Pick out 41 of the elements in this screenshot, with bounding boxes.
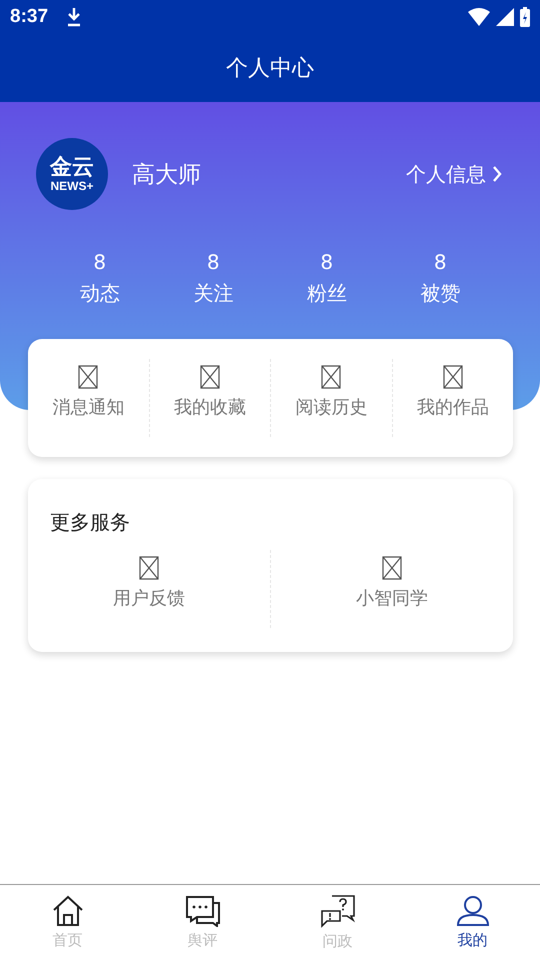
signal-icon <box>496 8 514 26</box>
quick-action[interactable]: 消息通知 <box>28 359 148 437</box>
status-time: 8:37 <box>10 6 48 28</box>
stat-value: 8 <box>206 250 220 274</box>
profile-info-link[interactable]: 个人信息 <box>406 160 502 188</box>
stat-label: 粉丝 <box>306 280 347 307</box>
stat-label: 被赞 <box>420 280 460 307</box>
placeholder-icon <box>321 365 342 389</box>
nav-tab[interactable]: 我的 <box>405 885 540 960</box>
placeholder-icon <box>139 556 159 580</box>
person-icon <box>456 895 490 927</box>
section-title: 更多服务 <box>49 509 131 536</box>
stat-value: 8 <box>434 250 447 274</box>
quick-action[interactable]: 我的收藏 <box>148 359 270 437</box>
stat-value: 8 <box>93 250 106 274</box>
user-name: 高大师 <box>132 160 201 190</box>
stat-item[interactable]: 8 被赞 <box>384 250 497 307</box>
question-bubbles-icon <box>320 894 356 928</box>
stat-item[interactable]: 8 关注 <box>156 250 270 307</box>
service-item[interactable]: 用户反馈 <box>28 550 270 628</box>
chevron-right-icon <box>492 165 502 183</box>
logo-text: 金云 <box>50 155 94 179</box>
placeholder-icon <box>382 556 402 580</box>
placeholder-icon <box>442 365 463 389</box>
battery-icon <box>520 7 530 27</box>
stat-item[interactable]: 8 粉丝 <box>270 250 384 307</box>
chat-bubbles-icon <box>184 895 220 927</box>
download-icon <box>66 7 82 27</box>
wifi-icon <box>468 8 490 26</box>
stat-label: 动态 <box>80 280 120 307</box>
stat-label: 关注 <box>193 280 234 307</box>
logo-subtext: NEWS+ <box>50 179 94 193</box>
stat-item[interactable]: 8 动态 <box>43 250 156 307</box>
home-icon <box>52 895 84 927</box>
quick-action[interactable]: 阅读历史 <box>270 359 392 437</box>
service-item[interactable]: 小智同学 <box>270 550 513 628</box>
placeholder-icon <box>200 365 220 389</box>
placeholder-icon <box>78 365 98 389</box>
stat-value: 8 <box>320 250 334 274</box>
quick-action[interactable]: 我的作品 <box>392 359 513 437</box>
page-title: 个人中心 <box>226 55 314 83</box>
